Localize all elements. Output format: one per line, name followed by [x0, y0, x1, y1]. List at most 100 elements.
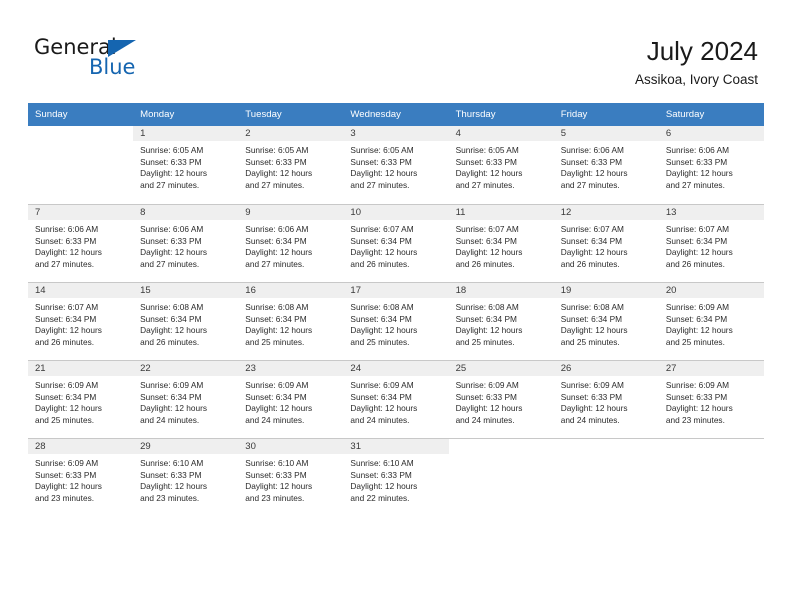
- daylight-line-2: and 27 minutes.: [560, 179, 620, 190]
- day-cell[interactable]: 29 Sunrise: 6:10 AM Sunset: 6:33 PM Dayligh…: [133, 438, 239, 516]
- sunrise-line: Sunrise: 6:09 AM: [35, 380, 99, 390]
- day-cell[interactable]: 16 Sunrise: 6:08 AM Sunset: 6:34 PM Dayligh…: [238, 282, 344, 360]
- sunset-line: Sunset: 6:34 PM: [245, 313, 307, 324]
- daylight-line-1: Daylight: 12 hours: [245, 325, 313, 336]
- day-number: 23: [238, 361, 344, 376]
- day-cell[interactable]: 20 Sunrise: 6:09 AM Sunset: 6:34 PM Dayligh…: [658, 282, 764, 360]
- calendar-cell: 10 Sunrise: 6:07 AM Sunset: 6:34 PM Dayligh…: [343, 204, 449, 282]
- day-cell[interactable]: 8 Sunrise: 6:06 AM Sunset: 6:33 PM Daylight…: [133, 204, 239, 282]
- sunset-line: Sunset: 6:33 PM: [350, 469, 412, 480]
- sunrise-line: Sunrise: 6:09 AM: [665, 380, 730, 390]
- day-number: 28: [28, 439, 134, 454]
- page-subtitle-location: Assikoa, Ivory Coast: [634, 72, 758, 87]
- day-cell[interactable]: 7 Sunrise: 6:06 AM Sunset: 6:33 PM Daylight…: [28, 204, 134, 282]
- day-cell[interactable]: 13 Sunrise: 6:07 AM Sunset: 6:34 PM Dayligh…: [658, 204, 764, 282]
- daylight-line-2: and 27 minutes.: [245, 258, 305, 269]
- calendar-cell: 15 Sunrise: 6:08 AM Sunset: 6:34 PM Dayligh…: [133, 282, 239, 360]
- day-sun-info: Sunrise: 6:09 AM Sunset: 6:33 PM Daylight:…: [28, 454, 133, 504]
- daylight-line-1: Daylight: 12 hours: [245, 168, 313, 179]
- day-cell[interactable]: 12 Sunrise: 6:07 AM Sunset: 6:34 PM Dayligh…: [553, 204, 659, 282]
- day-number: 30: [238, 439, 344, 454]
- title-block: July 2024 Assikoa, Ivory Coast: [635, 36, 758, 88]
- day-number: 24: [343, 361, 449, 376]
- weekday-header-tuesday: Tuesday: [238, 103, 344, 126]
- day-sun-info: Sunrise: 6:07 AM Sunset: 6:34 PM Daylight:…: [343, 220, 448, 270]
- day-cell[interactable]: 23 Sunrise: 6:09 AM Sunset: 6:34 PM Dayligh…: [238, 360, 344, 438]
- day-cell[interactable]: 26 Sunrise: 6:09 AM Sunset: 6:33 PM Dayligh…: [553, 360, 659, 438]
- sunrise-line: Sunrise: 6:09 AM: [455, 380, 519, 390]
- day-cell[interactable]: 19 Sunrise: 6:08 AM Sunset: 6:34 PM Dayligh…: [553, 282, 659, 360]
- day-cell-empty: [28, 126, 134, 204]
- daylight-line-2: and 23 minutes.: [245, 492, 305, 503]
- sunset-line: Sunset: 6:33 PM: [245, 469, 307, 480]
- calendar-cell: 17 Sunrise: 6:08 AM Sunset: 6:34 PM Dayligh…: [343, 282, 449, 360]
- day-number: 18: [448, 283, 554, 298]
- sunrise-line: Sunrise: 6:09 AM: [245, 380, 309, 390]
- daylight-line-2: and 26 minutes.: [140, 336, 200, 347]
- day-cell[interactable]: 30 Sunrise: 6:10 AM Sunset: 6:33 PM Dayligh…: [238, 438, 344, 516]
- day-cell[interactable]: 21 Sunrise: 6:09 AM Sunset: 6:34 PM Dayligh…: [28, 360, 134, 438]
- day-number: 14: [28, 283, 134, 298]
- daylight-line-2: and 26 minutes.: [350, 258, 410, 269]
- day-cell[interactable]: 24 Sunrise: 6:09 AM Sunset: 6:34 PM Dayligh…: [343, 360, 449, 438]
- daylight-line-2: and 23 minutes.: [140, 492, 200, 503]
- day-cell[interactable]: 6 Sunrise: 6:06 AM Sunset: 6:33 PM Daylight…: [658, 126, 764, 204]
- page-title: July 2024: [646, 36, 758, 66]
- daylight-line-2: and 26 minutes.: [35, 336, 95, 347]
- day-cell[interactable]: 18 Sunrise: 6:08 AM Sunset: 6:34 PM Dayligh…: [448, 282, 554, 360]
- calendar-cell: 12 Sunrise: 6:07 AM Sunset: 6:34 PM Dayligh…: [553, 204, 659, 282]
- sunset-line: Sunset: 6:34 PM: [350, 313, 412, 324]
- day-sun-info: Sunrise: 6:09 AM Sunset: 6:33 PM Daylight:…: [554, 376, 659, 426]
- day-cell[interactable]: 3 Sunrise: 6:05 AM Sunset: 6:33 PM Daylight…: [343, 126, 449, 204]
- weekday-header-thursday: Thursday: [448, 103, 554, 126]
- daylight-line-1: Daylight: 12 hours: [455, 247, 523, 258]
- daylight-line-1: Daylight: 12 hours: [455, 168, 523, 179]
- day-cell[interactable]: 1 Sunrise: 6:05 AM Sunset: 6:33 PM Daylight…: [133, 126, 239, 204]
- sunrise-line: Sunrise: 6:06 AM: [245, 224, 309, 234]
- sunrise-line: Sunrise: 6:08 AM: [455, 302, 519, 312]
- calendar-cell: 9 Sunrise: 6:06 AM Sunset: 6:34 PM Daylight…: [238, 204, 344, 282]
- calendar-cell: 16 Sunrise: 6:08 AM Sunset: 6:34 PM Dayligh…: [238, 282, 344, 360]
- day-sun-info: Sunrise: 6:05 AM Sunset: 6:33 PM Daylight:…: [343, 141, 448, 191]
- weekday-header-wednesday: Wednesday: [343, 103, 449, 126]
- day-cell[interactable]: 2 Sunrise: 6:05 AM Sunset: 6:33 PM Daylight…: [238, 126, 344, 204]
- daylight-line-1: Daylight: 12 hours: [560, 403, 628, 414]
- calendar-body: 1 Sunrise: 6:05 AM Sunset: 6:33 PM Daylight…: [28, 126, 764, 516]
- sunset-line: Sunset: 6:33 PM: [140, 235, 202, 246]
- day-cell[interactable]: 14 Sunrise: 6:07 AM Sunset: 6:34 PM Dayligh…: [28, 282, 134, 360]
- calendar-cell: [28, 126, 134, 204]
- sunrise-line: Sunrise: 6:10 AM: [245, 458, 309, 468]
- day-cell[interactable]: 22 Sunrise: 6:09 AM Sunset: 6:34 PM Dayligh…: [133, 360, 239, 438]
- day-number: [448, 439, 554, 454]
- daylight-line-1: Daylight: 12 hours: [665, 168, 733, 179]
- calendar-cell: [448, 438, 554, 516]
- calendar-week-row: 7 Sunrise: 6:06 AM Sunset: 6:33 PM Daylight…: [28, 204, 764, 282]
- daylight-line-2: and 26 minutes.: [665, 258, 725, 269]
- day-cell[interactable]: 15 Sunrise: 6:08 AM Sunset: 6:34 PM Dayligh…: [133, 282, 239, 360]
- sunset-line: Sunset: 6:33 PM: [455, 391, 517, 402]
- day-cell[interactable]: 11 Sunrise: 6:07 AM Sunset: 6:34 PM Dayligh…: [448, 204, 554, 282]
- sunrise-line: Sunrise: 6:05 AM: [140, 145, 204, 155]
- calendar-cell: 4 Sunrise: 6:05 AM Sunset: 6:33 PM Daylight…: [448, 126, 554, 204]
- day-number: 15: [133, 283, 239, 298]
- calendar-cell: 26 Sunrise: 6:09 AM Sunset: 6:33 PM Dayligh…: [553, 360, 659, 438]
- day-cell[interactable]: 25 Sunrise: 6:09 AM Sunset: 6:33 PM Dayligh…: [448, 360, 554, 438]
- day-cell[interactable]: 17 Sunrise: 6:08 AM Sunset: 6:34 PM Dayligh…: [343, 282, 449, 360]
- day-cell[interactable]: 28 Sunrise: 6:09 AM Sunset: 6:33 PM Dayligh…: [28, 438, 134, 516]
- daylight-line-1: Daylight: 12 hours: [455, 403, 523, 414]
- calendar-week-row: 28 Sunrise: 6:09 AM Sunset: 6:33 PM Dayligh…: [28, 438, 764, 516]
- day-cell[interactable]: 9 Sunrise: 6:06 AM Sunset: 6:34 PM Daylight…: [238, 204, 344, 282]
- day-number: [553, 439, 659, 454]
- day-cell[interactable]: 31 Sunrise: 6:10 AM Sunset: 6:33 PM Dayligh…: [343, 438, 449, 516]
- day-cell[interactable]: 10 Sunrise: 6:07 AM Sunset: 6:34 PM Dayligh…: [343, 204, 449, 282]
- day-cell[interactable]: 27 Sunrise: 6:09 AM Sunset: 6:33 PM Dayligh…: [658, 360, 764, 438]
- brand-logo[interactable]: General Blue: [34, 37, 214, 83]
- day-cell[interactable]: 5 Sunrise: 6:06 AM Sunset: 6:33 PM Daylight…: [553, 126, 659, 204]
- sunrise-line: Sunrise: 6:10 AM: [140, 458, 204, 468]
- calendar-cell: 19 Sunrise: 6:08 AM Sunset: 6:34 PM Dayligh…: [553, 282, 659, 360]
- day-number: [658, 439, 764, 454]
- day-number: 19: [553, 283, 659, 298]
- day-cell[interactable]: 4 Sunrise: 6:05 AM Sunset: 6:33 PM Daylight…: [448, 126, 554, 204]
- day-sun-info: Sunrise: 6:10 AM Sunset: 6:33 PM Daylight:…: [238, 454, 343, 504]
- day-number: 11: [448, 205, 554, 220]
